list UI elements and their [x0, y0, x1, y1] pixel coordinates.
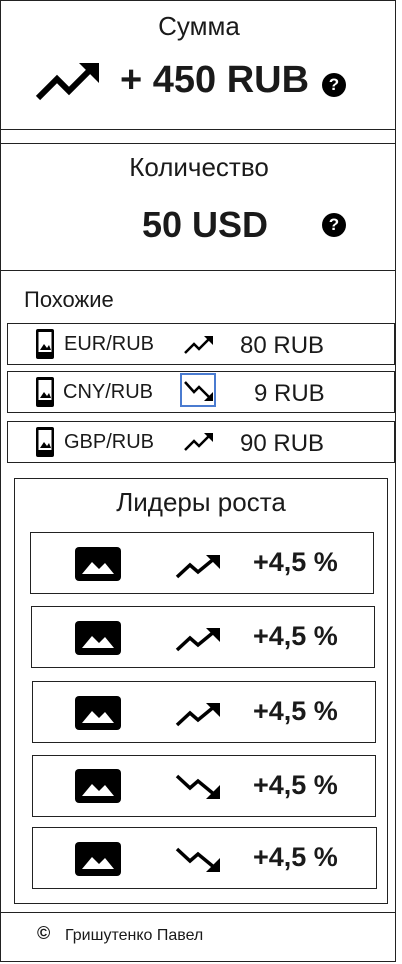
leader-value: +4,5 % — [253, 547, 338, 577]
leader-value: +4,5 % — [253, 770, 338, 800]
image-icon — [75, 842, 121, 876]
trending-up-icon — [175, 628, 220, 652]
leaders-title: Лидеры роста — [116, 487, 286, 517]
trending-up-icon — [184, 433, 213, 451]
quantity-value: 50 USD — [142, 204, 269, 245]
trending-up-icon — [175, 703, 220, 727]
quantity-card: Количество 50 USD ? — [0, 143, 396, 271]
trending-up-icon — [184, 336, 213, 354]
similar-item-gbp-rub[interactable]: GBP/RUB 90 RUB — [7, 421, 395, 463]
sum-title: Сумма — [158, 11, 240, 41]
quantity-title: Количество — [129, 152, 269, 182]
copyright-icon: © — [37, 923, 51, 943]
leader-item[interactable]: +4,5 % — [31, 606, 375, 668]
leader-item[interactable]: +4,5 % — [32, 755, 376, 817]
help-icon[interactable]: ? — [322, 213, 346, 237]
leader-item[interactable]: +4,5 % — [32, 681, 376, 743]
leader-item[interactable]: +4,5 % — [30, 532, 374, 594]
pair-label: EUR/RUB — [64, 333, 155, 355]
pair-label: GBP/RUB — [64, 431, 155, 453]
leader-value: +4,5 % — [253, 842, 338, 872]
image-icon — [75, 696, 121, 730]
image-icon — [75, 621, 121, 655]
image-icon — [75, 769, 121, 803]
sum-card: Сумма + 450 RUB ? — [0, 0, 396, 130]
footer-author: Гришутенко Павел — [65, 927, 204, 944]
pair-value: 90 RUB — [240, 430, 325, 457]
trending-down-icon — [175, 847, 220, 872]
smartphone-icon — [36, 377, 54, 407]
image-icon — [75, 547, 121, 581]
footer: © Гришутенко Павел — [0, 912, 396, 962]
trending-down-icon — [184, 381, 213, 401]
trending-up-icon — [35, 63, 99, 101]
similar-item-eur-rub[interactable]: EUR/RUB 80 RUB — [7, 323, 395, 365]
help-icon[interactable]: ? — [322, 73, 346, 97]
sum-value: + 450 RUB — [120, 59, 310, 101]
pair-value: 9 RUB — [254, 380, 325, 407]
leader-value: +4,5 % — [253, 696, 338, 726]
leader-value: +4,5 % — [253, 621, 338, 651]
trend-focus-outline[interactable] — [180, 373, 216, 407]
smartphone-icon — [36, 427, 54, 457]
pair-value: 80 RUB — [240, 332, 325, 359]
pair-label: CNY/RUB — [63, 381, 154, 403]
smartphone-icon — [36, 329, 54, 359]
trending-down-icon — [175, 774, 220, 799]
similar-title: Похожие — [24, 287, 114, 312]
similar-item-cny-rub[interactable]: CNY/RUB 9 RUB — [7, 371, 395, 413]
trending-up-icon — [175, 555, 220, 579]
leader-item[interactable]: +4,5 % — [32, 827, 377, 889]
